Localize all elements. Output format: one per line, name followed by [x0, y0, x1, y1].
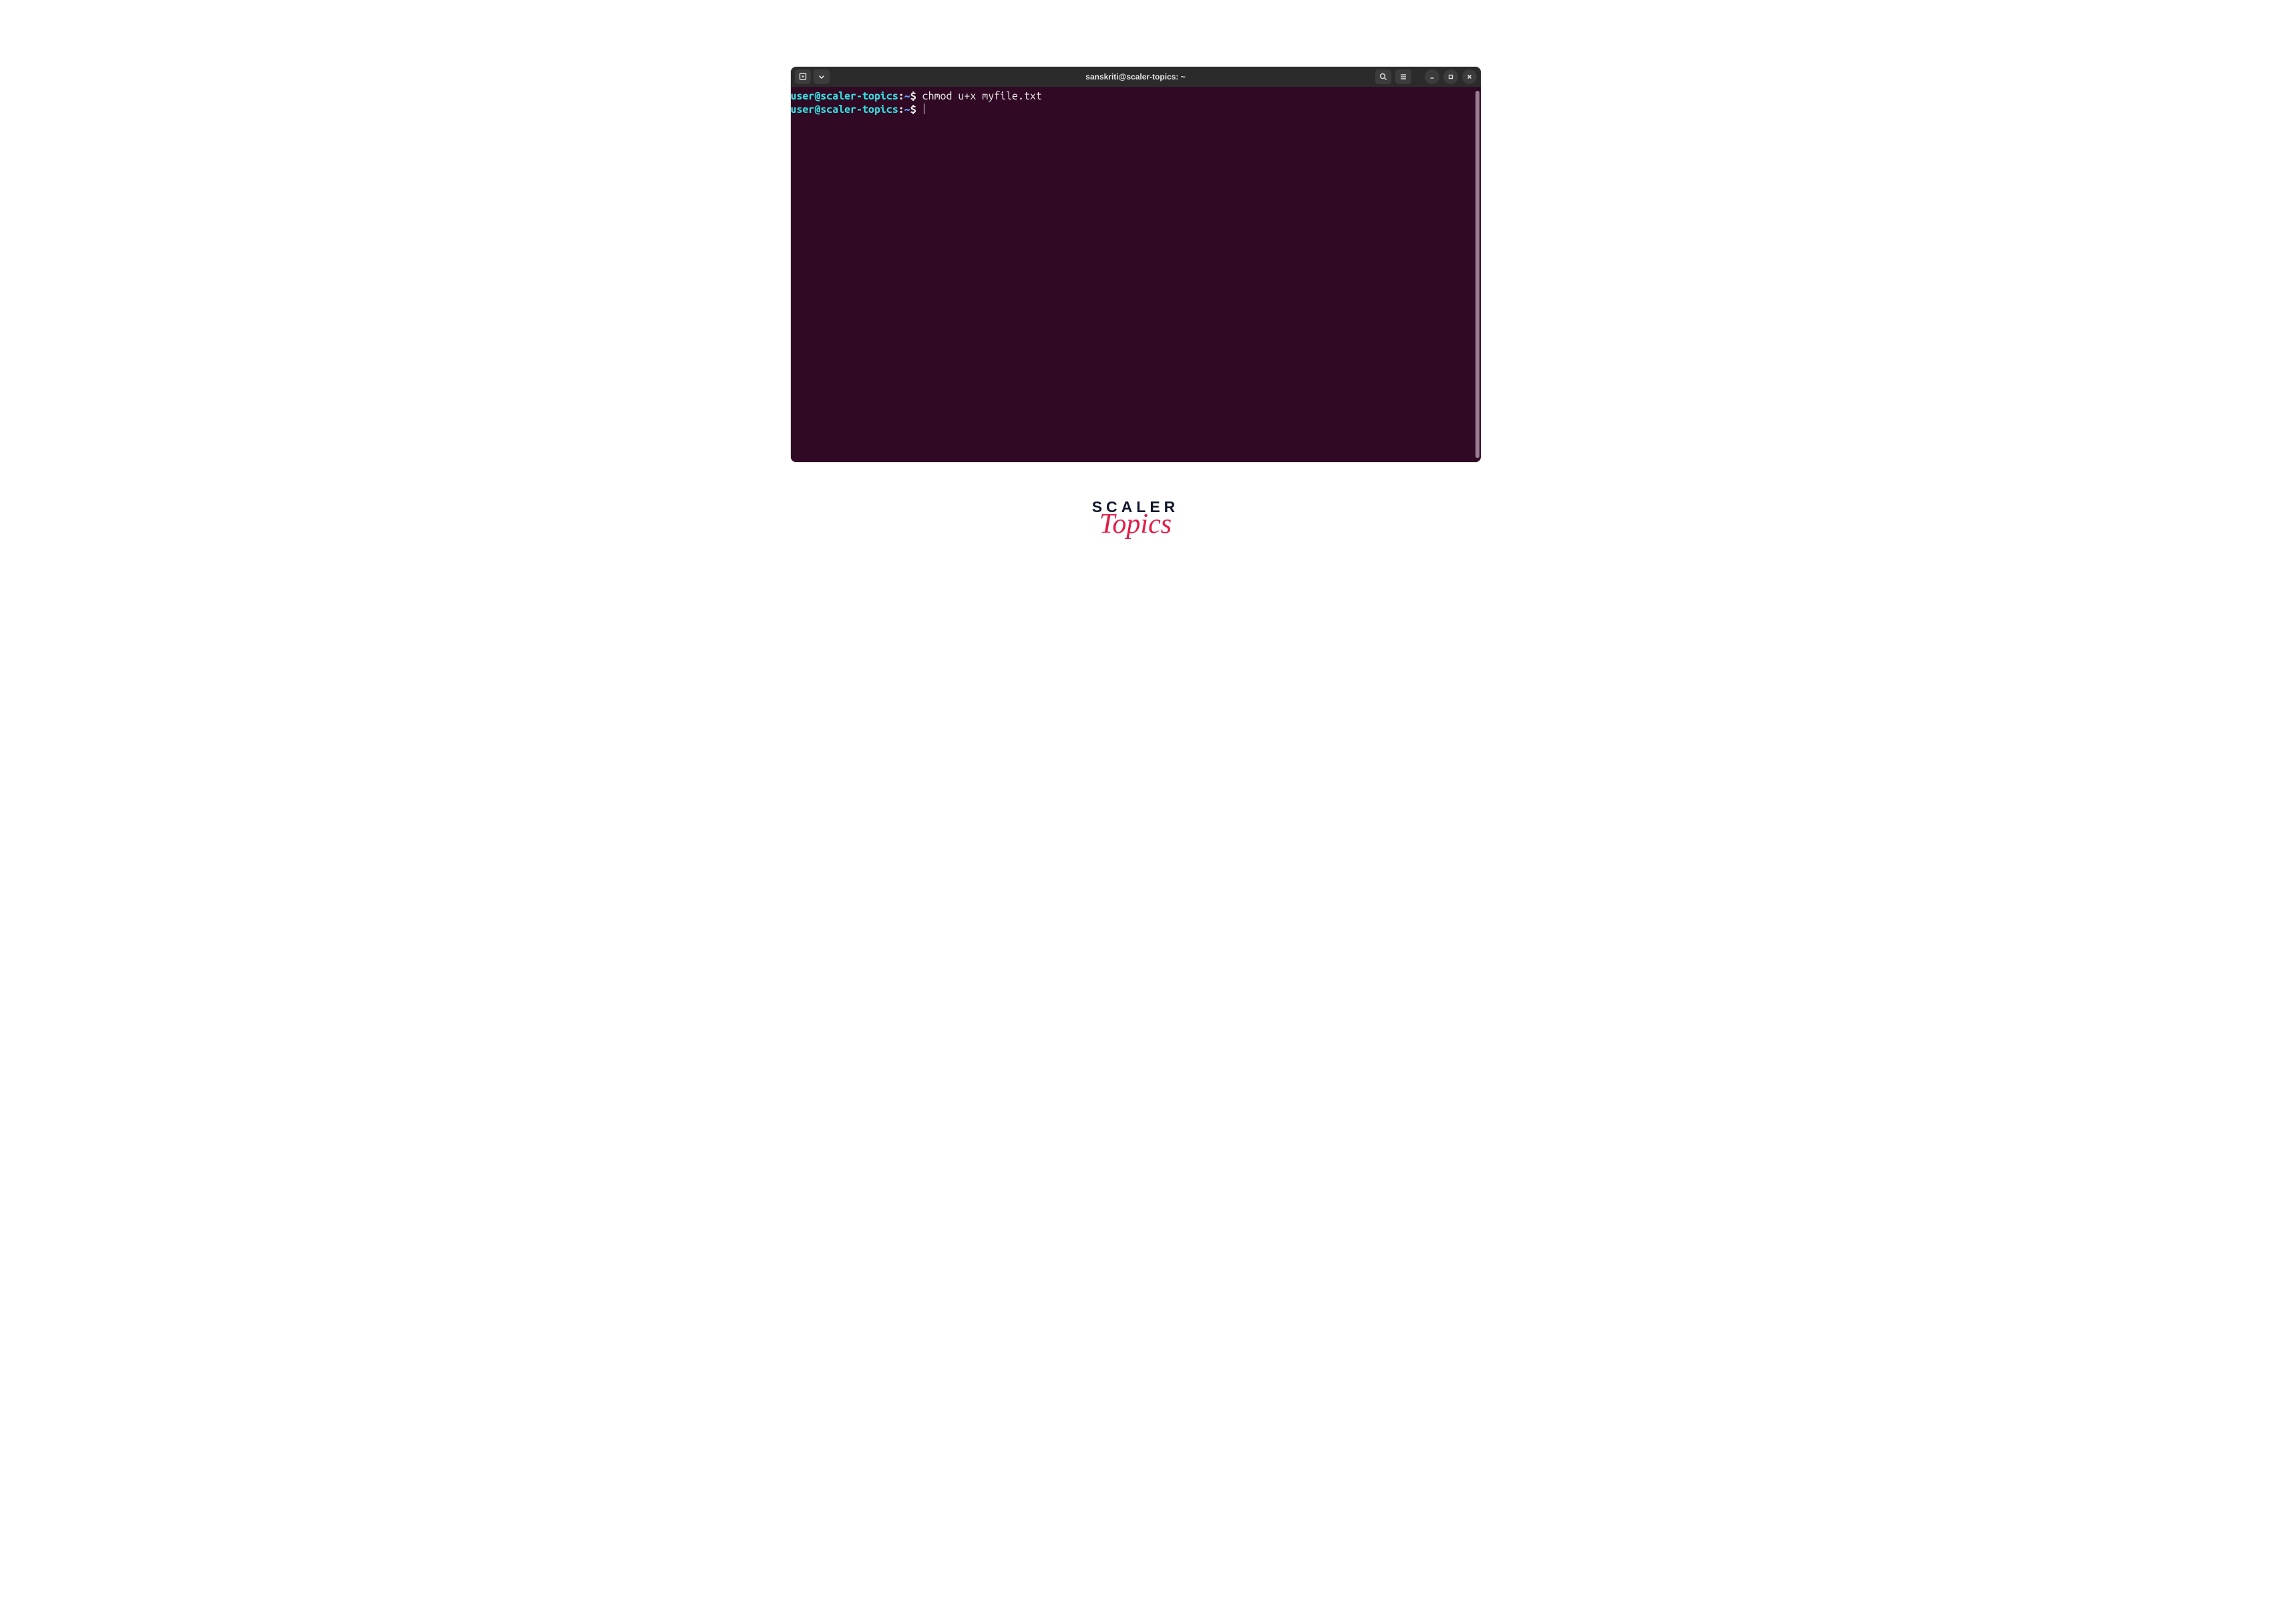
terminal-body[interactable]: user@scaler-topics:~$ chmod u+x myfile.t…	[791, 87, 1481, 462]
scrollbar[interactable]	[1475, 91, 1479, 458]
prompt-colon: :	[898, 104, 904, 116]
prompt-path: ~	[904, 104, 910, 116]
terminal-line: user@scaler-topics:~$	[791, 103, 1479, 116]
prompt-symbol: $	[910, 104, 916, 116]
titlebar-left-controls	[795, 69, 830, 84]
tab-dropdown-button[interactable]	[814, 69, 830, 84]
brand-text-topics: Topics	[1099, 515, 1172, 534]
titlebar-right-controls	[1375, 69, 1477, 84]
search-button[interactable]	[1375, 69, 1391, 84]
prompt-path: ~	[904, 90, 910, 102]
titlebar: sanskriti@scaler-topics: ~	[791, 67, 1481, 87]
maximize-button[interactable]	[1443, 69, 1458, 84]
terminal-line: user@scaler-topics:~$ chmod u+x myfile.t…	[791, 89, 1479, 103]
prompt-userhost: user@scaler-topics	[791, 104, 898, 116]
close-icon	[1465, 73, 1473, 81]
new-tab-button[interactable]	[795, 69, 811, 84]
search-icon	[1379, 72, 1388, 81]
command-text: chmod u+x myfile.txt	[922, 90, 1042, 102]
terminal-window: sanskriti@scaler-topics: ~ user@scaler-t…	[791, 67, 1481, 462]
menu-button[interactable]	[1395, 69, 1411, 84]
close-button[interactable]	[1462, 69, 1477, 84]
hamburger-icon	[1399, 72, 1408, 81]
maximize-icon	[1447, 73, 1455, 81]
prompt-userhost: user@scaler-topics	[791, 90, 898, 102]
minimize-icon	[1428, 73, 1436, 81]
prompt-symbol: $	[910, 90, 916, 102]
minimize-button[interactable]	[1425, 69, 1439, 84]
window-title: sanskriti@scaler-topics: ~	[1085, 72, 1185, 81]
brand-logo: SCALER Topics	[1092, 498, 1180, 534]
prompt-colon: :	[898, 90, 904, 102]
